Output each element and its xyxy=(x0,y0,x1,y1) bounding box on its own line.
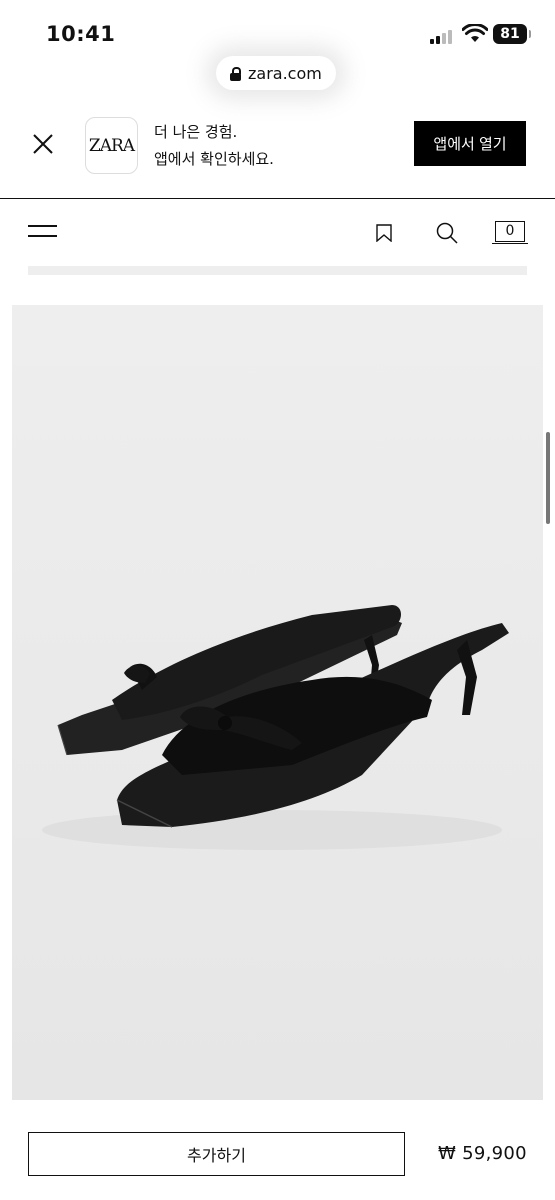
banner-line-2: 앱에서 확인하세요. xyxy=(154,150,274,168)
product-image[interactable] xyxy=(12,305,543,1100)
search-icon[interactable] xyxy=(436,222,458,244)
bookmark-icon[interactable] xyxy=(376,224,392,242)
product-price: ₩ 59,900 xyxy=(438,1143,527,1164)
status-time: 10:41 xyxy=(46,22,116,46)
lock-icon xyxy=(230,66,241,81)
add-to-cart-button[interactable]: 추가하기 xyxy=(28,1132,405,1176)
close-icon[interactable] xyxy=(30,131,56,157)
banner-line-1: 더 나은 경험. xyxy=(154,123,238,141)
header-divider xyxy=(28,266,527,275)
menu-icon[interactable] xyxy=(28,225,57,239)
url-text: zara.com xyxy=(248,63,322,83)
scrollbar[interactable] xyxy=(546,432,550,524)
sandal-illustration xyxy=(12,305,543,1100)
open-in-app-button[interactable]: 앱에서 열기 xyxy=(414,121,526,166)
banner-text: 더 나은 경험. 앱에서 확인하세요. xyxy=(154,119,274,173)
site-header: 0 xyxy=(0,198,555,268)
cart-icon[interactable]: 0 xyxy=(492,221,528,244)
app-banner: ZARA 더 나은 경험. 앱에서 확인하세요. 앱에서 열기 xyxy=(0,105,555,199)
zara-app-logo: ZARA xyxy=(85,117,138,174)
cellular-signal-icon xyxy=(430,28,454,44)
status-bar: 10:41 81 zara.com xyxy=(0,0,555,90)
wifi-icon xyxy=(462,24,488,42)
battery-indicator: 81 xyxy=(493,24,531,44)
url-bar[interactable]: zara.com xyxy=(216,56,336,90)
